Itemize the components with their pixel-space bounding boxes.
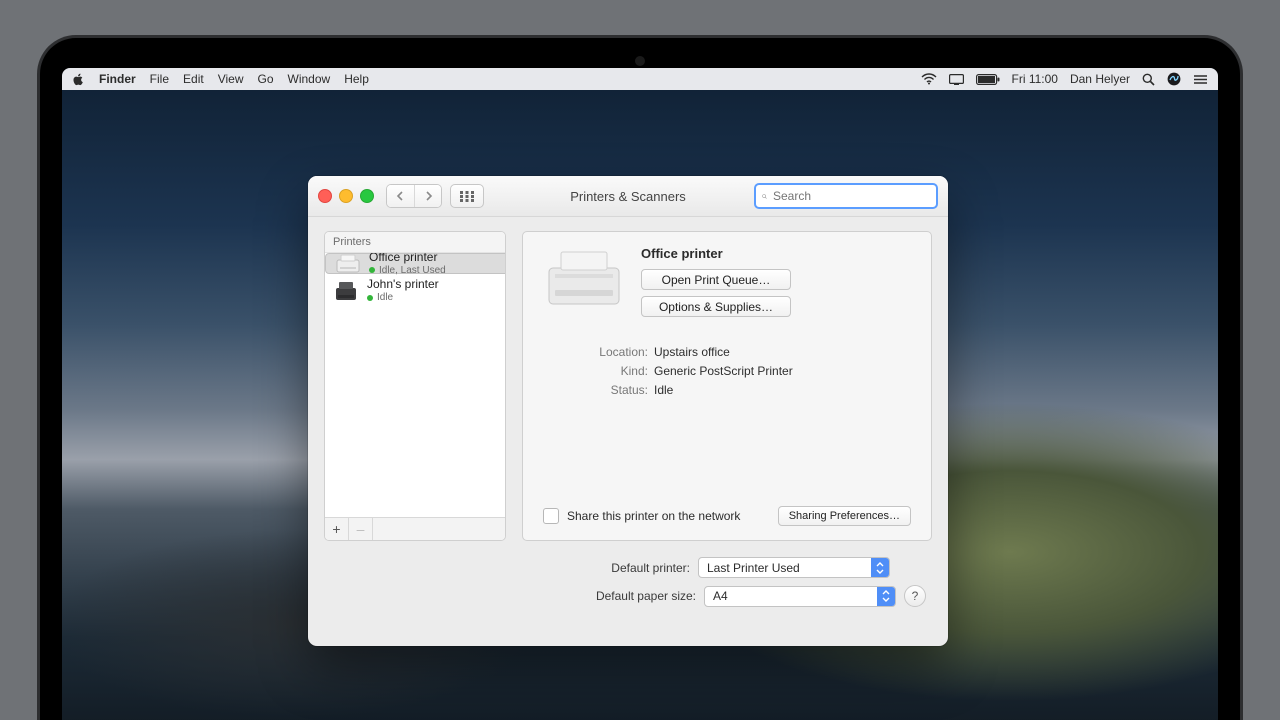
prefs-window: Printers & Scanners Printers Office prin… [308,176,948,646]
sidebar-footer: + – [325,517,505,540]
show-all-button[interactable] [450,184,484,208]
options-supplies-button[interactable]: Options & Supplies… [641,296,791,317]
window-controls [318,189,374,203]
minimize-button[interactable] [339,189,353,203]
siri-icon[interactable] [1167,72,1181,86]
menubar-item-help[interactable]: Help [344,72,369,86]
search-field[interactable] [754,183,938,209]
menubar-item-file[interactable]: File [150,72,169,86]
menubar-item-view[interactable]: View [218,72,244,86]
printer-icon [334,253,362,276]
menubar-item-go[interactable]: Go [258,72,274,86]
default-paper-value: A4 [713,589,728,603]
sidebar-header: Printers [325,232,505,253]
printer-sidebar: Printers Office printer Idle, Last Used … [324,231,506,541]
share-label: Share this printer on the network [567,509,740,523]
menubar: Finder File Edit View Go Window Help Fri… [62,68,1218,90]
location-value: Upstairs office [654,345,730,359]
printer-icon [332,279,360,303]
location-label: Location: [543,345,654,359]
help-button[interactable]: ? [904,585,926,607]
display-icon[interactable] [949,74,964,85]
back-button[interactable] [387,185,414,207]
spotlight-icon[interactable] [1142,73,1155,86]
add-printer-button[interactable]: + [325,518,349,540]
chevron-updown-icon [877,587,895,606]
default-printer-label: Default printer: [611,561,690,575]
printer-name: Office printer [369,253,446,265]
kind-value: Generic PostScript Printer [654,364,793,378]
status-label: Status: [543,383,654,397]
default-paper-select[interactable]: A4 [704,586,896,607]
printer-large-icon [543,246,625,310]
menubar-item-window[interactable]: Window [288,72,331,86]
sharing-prefs-button[interactable]: Sharing Preferences… [778,506,911,526]
printer-status: Idle [377,292,393,304]
printer-row[interactable]: Office printer Idle, Last Used [325,253,505,274]
menubar-user[interactable]: Dan Helyer [1070,72,1130,86]
status-dot-icon [369,267,375,273]
apple-menu[interactable] [72,73,85,86]
printer-status: Idle, Last Used [379,265,446,277]
menubar-item-edit[interactable]: Edit [183,72,204,86]
printer-list: Office printer Idle, Last Used John's pr… [325,253,505,517]
printer-detail: Office printer Open Print Queue… Options… [522,231,932,541]
camera-notch [635,56,645,66]
stage: Finder File Edit View Go Window Help Fri… [0,0,1280,720]
chevron-updown-icon [871,558,889,577]
desktop: Finder File Edit View Go Window Help Fri… [62,68,1218,720]
detail-name: Office printer [641,246,911,261]
menu-extras-icon[interactable] [1193,74,1208,85]
battery-icon[interactable] [976,74,1000,85]
printer-row[interactable]: John's printer Idle [325,274,505,307]
detail-info: Location:Upstairs office Kind:Generic Po… [543,345,911,397]
status-value: Idle [654,383,673,397]
kind-label: Kind: [543,364,654,378]
defaults-section: Default printer: Last Printer Used Defau… [308,551,948,628]
nav-segment [386,184,442,208]
menubar-app[interactable]: Finder [99,72,136,86]
printer-name: John's printer [367,278,439,292]
forward-button[interactable] [414,185,441,207]
search-input[interactable] [771,188,930,204]
default-printer-select[interactable]: Last Printer Used [698,557,890,578]
laptop-frame: Finder File Edit View Go Window Help Fri… [40,38,1240,720]
menubar-clock[interactable]: Fri 11:00 [1012,72,1058,86]
titlebar: Printers & Scanners [308,176,948,217]
default-paper-label: Default paper size: [596,589,696,603]
status-dot-icon [367,295,373,301]
share-checkbox[interactable] [543,508,559,524]
close-button[interactable] [318,189,332,203]
default-printer-value: Last Printer Used [707,561,800,575]
open-queue-button[interactable]: Open Print Queue… [641,269,791,290]
zoom-button[interactable] [360,189,374,203]
remove-printer-button[interactable]: – [349,518,373,540]
wifi-icon[interactable] [921,73,937,85]
search-icon [762,191,767,202]
